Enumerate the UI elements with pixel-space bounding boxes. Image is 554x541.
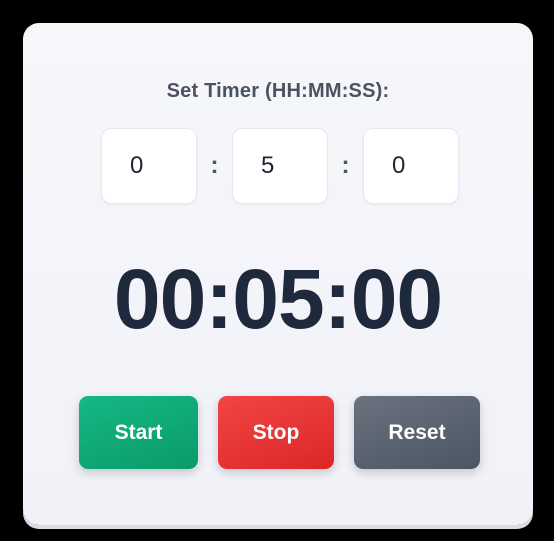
set-timer-label: Set Timer (HH:MM:SS):	[166, 80, 390, 102]
reset-button[interactable]: Reset	[354, 396, 480, 469]
separator: :	[210, 152, 219, 179]
timer-card: Set Timer (HH:MM:SS): : : 00:05:00 Start…	[23, 23, 533, 525]
minutes-input[interactable]	[232, 128, 328, 204]
separator: :	[341, 152, 350, 179]
stop-button[interactable]: Stop	[218, 396, 334, 469]
start-button[interactable]: Start	[79, 396, 198, 469]
countdown-display: 00:05:00	[113, 252, 443, 346]
time-inputs: : :	[101, 128, 459, 204]
hours-input[interactable]	[101, 128, 197, 204]
control-buttons: Start Stop Reset	[79, 396, 480, 469]
seconds-input[interactable]	[363, 128, 459, 204]
